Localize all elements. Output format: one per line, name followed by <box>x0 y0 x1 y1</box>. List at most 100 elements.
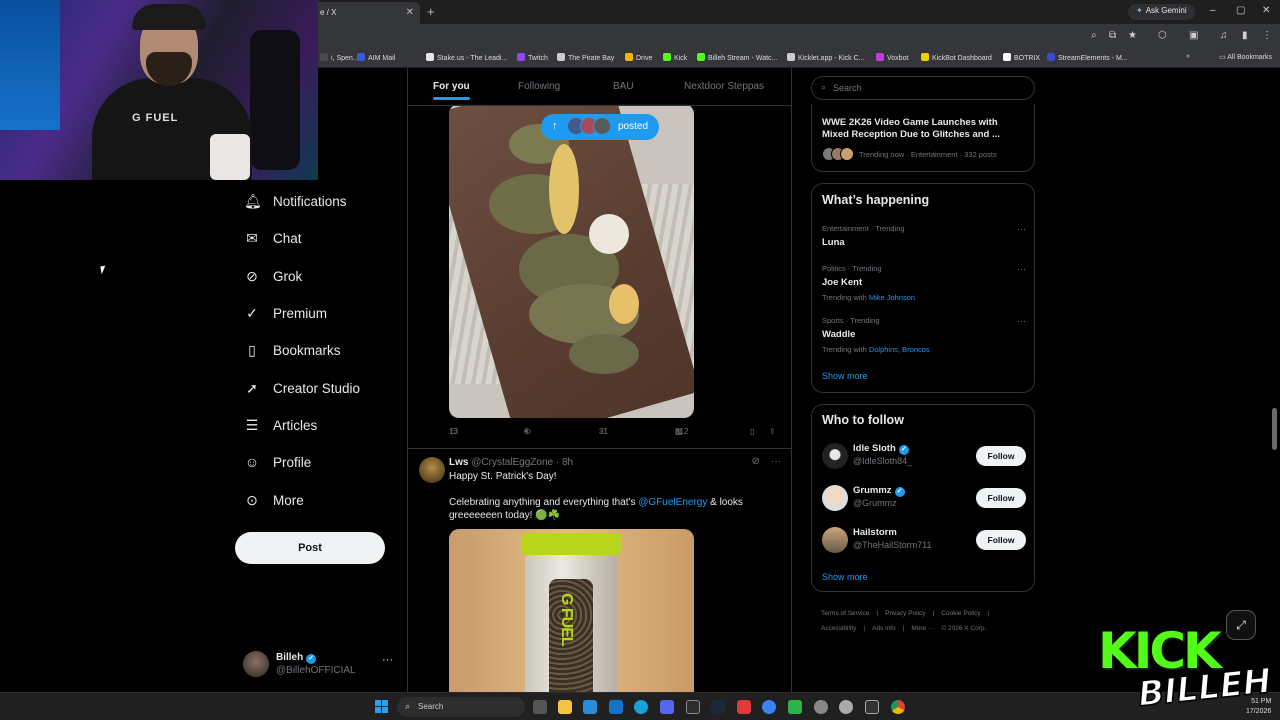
minimize-icon[interactable]: – <box>1210 5 1216 16</box>
all-bookmarks-button[interactable]: ▭ All Bookmarks <box>1219 53 1272 61</box>
post-time[interactable]: 8h <box>562 457 573 468</box>
bookmark-item[interactable]: The Pirate Bay <box>557 53 614 62</box>
bookmark-item[interactable]: Drive <box>625 53 652 62</box>
avatar[interactable] <box>822 485 848 511</box>
follow-button[interactable]: Follow <box>976 446 1026 466</box>
bookmark-item[interactable]: Kick <box>663 53 687 62</box>
steam-icon[interactable] <box>711 700 725 714</box>
nav-notifications[interactable]: 🔔︎ Notifications <box>244 191 347 211</box>
nav-grok[interactable]: ⊘ Grok <box>244 266 302 286</box>
news-card[interactable]: WWE 2K26 Video Game Launches with Mixed … <box>811 104 1035 172</box>
chrome-icon[interactable] <box>891 700 905 714</box>
footer-link[interactable]: More ··· <box>911 625 934 632</box>
bookmark-item[interactable]: Voxbot <box>876 53 908 62</box>
zoom-icon[interactable]: ⌕ <box>1091 30 1097 41</box>
media-icon[interactable]: ♫ <box>1220 30 1228 41</box>
bookmark-item[interactable]: i, Spen... <box>320 53 359 62</box>
bookmark-item[interactable]: KickBot Dashboard <box>921 53 992 62</box>
star-bookmark-icon[interactable]: ★ <box>1128 30 1137 41</box>
bookmark-item[interactable]: Kicklet.app - Kick C... <box>787 53 865 62</box>
footer-link[interactable]: Privacy Policy <box>885 610 925 617</box>
footer-link[interactable]: Ads info <box>872 625 896 632</box>
ask-gemini-button[interactable]: ✦ Ask Gemini <box>1128 4 1195 20</box>
nav-bookmarks[interactable]: ▯ Bookmarks <box>244 340 340 360</box>
obs-icon[interactable] <box>814 700 828 714</box>
more-dots-icon[interactable]: ··· <box>1017 224 1026 234</box>
nav-creator-studio[interactable]: ➚ Creator Studio <box>244 378 360 398</box>
close-window-icon[interactable]: ✕ <box>1262 5 1270 16</box>
trend-with-link[interactable]: Dolphins, Broncos <box>869 345 930 354</box>
maximize-icon[interactable]: ▢ <box>1236 5 1245 16</box>
grok-post-icon[interactable]: ⊘ <box>751 456 759 467</box>
menu-kebab-icon[interactable]: ⋮ <box>1262 30 1272 41</box>
bookmark-item[interactable]: Stake.us - The Leadi... <box>426 53 507 62</box>
avatar[interactable] <box>822 443 848 469</box>
more-dots-icon[interactable]: ··· <box>382 654 393 666</box>
app-icon-blue[interactable] <box>762 700 776 714</box>
show-more-link[interactable]: Show more <box>822 371 868 381</box>
new-tab-icon[interactable]: + <box>427 4 435 19</box>
post-author[interactable]: Lws <box>449 457 468 468</box>
nav-more[interactable]: ⊙ More <box>244 490 304 510</box>
epic-games-icon[interactable] <box>865 700 879 714</box>
trend-with-link[interactable]: Mike Johnson <box>869 293 915 302</box>
profile-icon-browser[interactable]: ▮ <box>1242 30 1248 41</box>
cast-icon[interactable]: ⧉ <box>1109 30 1116 41</box>
follow-suggestion[interactable]: Hailstorm @TheHailStorm711 Follow <box>822 525 1026 555</box>
browser-tab[interactable]: e / X ✕ <box>300 2 420 24</box>
bookmark-item[interactable]: StreamElements - M... <box>1047 53 1128 62</box>
close-tab-icon[interactable]: ✕ <box>406 7 414 18</box>
account-switcher[interactable]: Billeh ✓ @BillehOFFICIAL ··· <box>243 650 393 680</box>
excel-icon[interactable] <box>686 700 700 714</box>
footer-link[interactable]: Cookie Policy <box>941 610 980 617</box>
edge-icon[interactable] <box>634 700 648 714</box>
bookmark-item[interactable]: BOTRIX <box>1003 53 1040 62</box>
post-button[interactable]: Post <box>235 532 385 564</box>
tab-for-you[interactable]: For you <box>433 81 470 100</box>
calendar-app-icon[interactable] <box>583 700 597 714</box>
app-icon-red[interactable] <box>737 700 751 714</box>
more-dots-icon[interactable]: ··· <box>1017 316 1026 326</box>
post-image[interactable]: G FUEL <box>449 529 694 692</box>
more-dots-icon[interactable]: ··· <box>771 456 781 467</box>
tab-nextdoor-steppas[interactable]: Nextdoor Steppas <box>684 81 764 92</box>
tab-following[interactable]: Following <box>518 81 560 92</box>
search-input[interactable]: ⌕ Search <box>811 76 1035 100</box>
footer-link[interactable]: Terms of Service <box>821 610 869 617</box>
post-handle[interactable]: @CrystalEggZone <box>471 457 553 468</box>
xbox-icon[interactable] <box>788 700 802 714</box>
follow-suggestion[interactable]: Grummz ✓ @Grummz Follow <box>822 483 1026 513</box>
settings-icon[interactable] <box>839 700 853 714</box>
new-posts-pill[interactable]: ↑ posted <box>541 114 659 140</box>
scrollbar[interactable] <box>1272 408 1277 450</box>
follow-suggestion[interactable]: Idle Sloth ✓ @IdleSloth84_ Follow <box>822 441 1026 471</box>
nav-chat[interactable]: ✉ Chat <box>244 228 301 248</box>
show-more-link[interactable]: Show more <box>822 572 868 582</box>
follow-button[interactable]: Follow <box>976 488 1026 508</box>
share-icon[interactable]: ⇪ <box>769 427 776 436</box>
footer-link[interactable]: Accessibility <box>821 625 856 632</box>
trend-item[interactable]: Sports · Trending Waddle Trending with D… <box>822 316 1026 354</box>
discord-icon[interactable] <box>660 700 674 714</box>
bookmark-post-icon[interactable]: ▯ <box>750 427 754 436</box>
post-image[interactable] <box>449 104 694 418</box>
taskbar-search[interactable]: ⌕ Search <box>397 697 525 717</box>
mention-link[interactable]: @GFuelEnergy <box>638 497 707 508</box>
trend-item[interactable]: Politics · Trending Joe Kent Trending wi… <box>822 264 1026 302</box>
file-explorer-icon[interactable] <box>558 700 572 714</box>
avatar[interactable] <box>419 457 445 483</box>
bookmark-item[interactable]: Billeh Stream - Watc... <box>697 53 777 62</box>
mail-app-icon[interactable] <box>609 700 623 714</box>
tab-bau[interactable]: BAU <box>613 81 634 92</box>
post[interactable]: Lws @CrystalEggZone · 8h ⊘ ··· Happy St.… <box>408 448 791 692</box>
nav-profile[interactable]: ☺ Profile <box>244 452 311 472</box>
more-dots-icon[interactable]: ··· <box>1017 264 1026 274</box>
nav-articles[interactable]: ☰ Articles <box>244 415 318 435</box>
bookmark-item[interactable]: AIM Mail <box>357 53 395 62</box>
bookmark-item[interactable]: Twitch <box>517 53 548 62</box>
avatar[interactable] <box>822 527 848 553</box>
follow-button[interactable]: Follow <box>976 530 1026 550</box>
bookmarks-overflow-icon[interactable]: » <box>1186 53 1190 60</box>
trend-item[interactable]: Entertainment · Trending Luna ··· <box>822 224 1026 248</box>
windows-start-icon[interactable] <box>375 700 389 714</box>
